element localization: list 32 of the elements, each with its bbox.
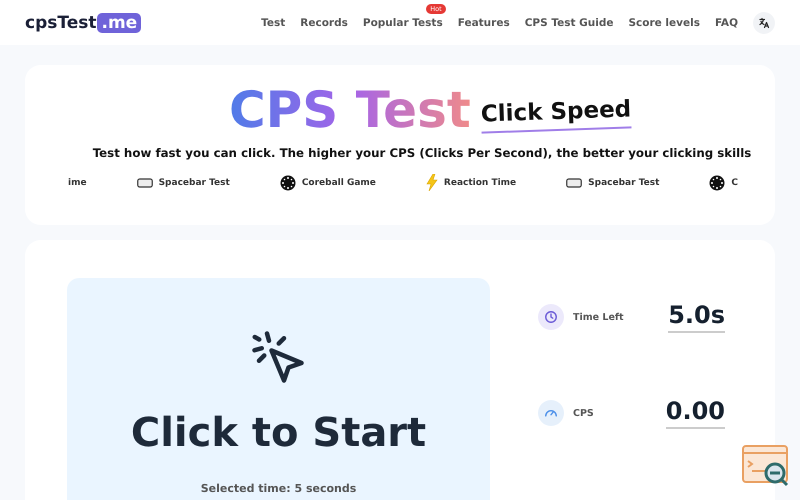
lightning-icon [426, 174, 438, 191]
title-tag: Click Speed [480, 96, 632, 134]
nav-link[interactable]: Features [458, 16, 510, 28]
keyboard-key-icon [566, 178, 582, 188]
nav-link[interactable]: FAQ [714, 16, 738, 28]
nav-link[interactable]: Test [261, 16, 286, 28]
stat-label: Time Left [573, 312, 624, 322]
translate-icon [758, 16, 770, 28]
description: Test how fast you can click. The higher your CPS (Clicks Per Second), the better your clicking skills [92, 146, 752, 160]
browser-search-icon[interactable] [742, 445, 790, 487]
nav-link[interactable]: Popular Tests [362, 16, 443, 28]
stat-value: 0.00 [666, 397, 725, 429]
stat-value: 5.0s [668, 301, 725, 333]
ball-icon [280, 174, 296, 190]
keyboard-key-icon [136, 178, 153, 188]
click-area[interactable]: Click to Start Selected time: 5 seconds [67, 278, 490, 500]
site-logo[interactable]: cpsTest .me [25, 12, 142, 32]
game-link[interactable]: Coreball Game [302, 178, 376, 188]
game-link[interactable]: Reaction Time [444, 178, 516, 188]
game-link[interactable]: ime [68, 178, 87, 188]
ball-icon [709, 174, 726, 190]
clock-icon [544, 310, 558, 324]
start-prompt: Click to Start [130, 410, 426, 456]
selected-time: Selected time: 5 seconds [200, 482, 356, 495]
nav-link[interactable]: CPS Test Guide [524, 16, 614, 28]
game-link[interactable]: Spacebar Test [158, 178, 230, 188]
game-link[interactable]: C [731, 178, 738, 188]
language-button[interactable] [753, 12, 775, 34]
nav-link[interactable]: Records [300, 16, 348, 28]
game-link[interactable]: Spacebar Test [588, 178, 660, 188]
nav-link[interactable]: Score levels [628, 16, 700, 28]
stat-label: CPS [573, 408, 594, 418]
